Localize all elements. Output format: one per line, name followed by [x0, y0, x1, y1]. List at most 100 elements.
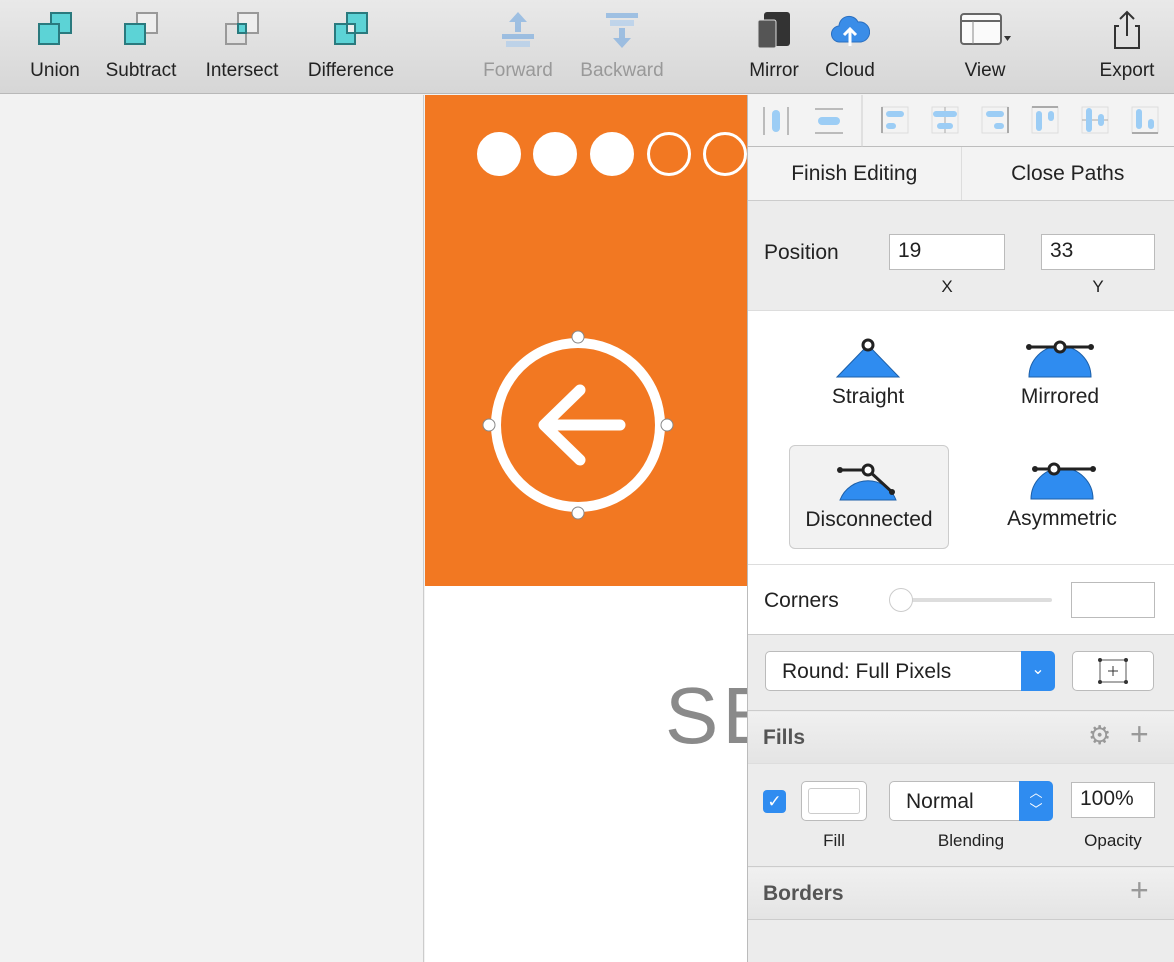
straight-option[interactable]: Straight	[788, 323, 948, 427]
mirror-icon	[757, 12, 790, 49]
add-fill-icon[interactable]: +	[1130, 716, 1149, 753]
page-dot-filled	[533, 132, 577, 176]
cloud-label: Cloud	[825, 60, 875, 81]
point-type-section: Straight Mirrored Disconnected Asymmetri…	[748, 311, 1174, 565]
artboard-canvas[interactable]: SE	[425, 95, 747, 962]
mirror-label: Mirror	[749, 60, 799, 81]
align-bottom-icon[interactable]	[1131, 106, 1159, 134]
inspector-panel: Finish Editing Close Paths Position 19 3…	[747, 95, 1174, 962]
mirrored-option[interactable]: Mirrored	[980, 323, 1140, 427]
backward-label: Backward	[580, 60, 664, 81]
disconnected-label: Disconnected	[805, 508, 933, 531]
corners-slider[interactable]	[890, 598, 1052, 602]
position-label: Position	[764, 241, 839, 264]
export-button[interactable]: Export	[1090, 0, 1164, 94]
asymmetric-label: Asymmetric	[1007, 507, 1117, 530]
distribute-vertical-icon[interactable]	[815, 108, 843, 134]
fill-enabled-checkbox[interactable]: ✓	[763, 790, 786, 813]
intersect-icon	[225, 12, 259, 45]
corners-label: Corners	[764, 589, 839, 612]
alignment-toolbar	[748, 95, 1174, 147]
position-y-input[interactable]: 33	[1041, 234, 1155, 270]
align-middle-vertical-icon[interactable]	[1081, 106, 1109, 134]
union-icon	[38, 12, 72, 45]
backward-icon	[606, 13, 638, 48]
page-dot-empty	[703, 132, 747, 176]
forward-icon	[502, 12, 534, 47]
straight-label: Straight	[831, 385, 905, 408]
borders-title: Borders	[763, 882, 844, 905]
x-label: X	[941, 277, 953, 296]
asymmetric-option[interactable]: Asymmetric	[982, 445, 1142, 549]
toolbar: Union Subtract Intersect Difference Forw…	[0, 0, 1174, 94]
gear-icon[interactable]: ⚙	[1088, 720, 1111, 751]
page-dot-filled	[590, 132, 634, 176]
y-label: Y	[1092, 277, 1104, 296]
disconnected-point-icon	[837, 463, 897, 501]
position-x-input[interactable]: 19	[889, 234, 1005, 270]
forward-button[interactable]: Forward	[476, 0, 560, 94]
fill-row: ✓ Normal ︿ ﹀ 100% Fill Blending Opacity	[748, 765, 1174, 867]
rounding-section: Round: Full Pixels ⌄	[748, 639, 1174, 711]
align-right-icon[interactable]	[981, 106, 1009, 134]
fill-color-swatch	[808, 788, 860, 814]
difference-icon	[334, 12, 368, 45]
difference-button[interactable]: Difference	[298, 0, 404, 94]
straight-point-icon	[835, 338, 901, 378]
intersect-label: Intersect	[205, 60, 279, 81]
corners-section: Corners	[748, 565, 1174, 635]
subtract-label: Subtract	[105, 60, 177, 81]
bounding-box-icon	[1098, 658, 1128, 684]
position-section: Position 19 33 X Y	[748, 201, 1174, 311]
mirror-button[interactable]: Mirror	[742, 0, 806, 94]
blending-label: Blending	[937, 831, 1005, 850]
opacity-input[interactable]: 100%	[1071, 782, 1155, 818]
rounding-dropdown[interactable]: Round: Full Pixels ⌄	[765, 651, 1055, 691]
view-label: View	[964, 60, 1006, 81]
fills-title: Fills	[763, 726, 806, 749]
add-border-icon[interactable]: +	[1130, 872, 1149, 909]
rounding-value: Round: Full Pixels	[782, 660, 952, 683]
backward-button[interactable]: Backward	[572, 0, 672, 94]
view-icon	[960, 13, 1011, 45]
union-label: Union	[30, 60, 80, 81]
mirrored-point-icon	[1026, 340, 1094, 378]
back-arrow-circle-icon[interactable]	[480, 330, 676, 520]
view-button[interactable]: View	[950, 0, 1020, 94]
mirrored-label: Mirrored	[1020, 385, 1100, 408]
align-left-icon[interactable]	[881, 106, 909, 134]
union-button[interactable]: Union	[20, 0, 90, 94]
export-icon	[1114, 10, 1140, 49]
page-dot-filled	[477, 132, 521, 176]
corners-input[interactable]	[1071, 582, 1155, 618]
fill-label: Fill	[823, 831, 845, 850]
asymmetric-point-icon	[1030, 462, 1096, 500]
fills-header: Fills ⚙ +	[748, 712, 1174, 764]
intersect-button[interactable]: Intersect	[196, 0, 288, 94]
opacity-label: Opacity	[1084, 831, 1142, 850]
orange-header	[425, 95, 747, 586]
fill-color-well[interactable]	[801, 781, 867, 821]
align-center-horizontal-icon[interactable]	[931, 106, 959, 134]
blending-value: Normal	[906, 790, 974, 813]
canvas-text: SE	[665, 671, 747, 760]
close-paths-button[interactable]: Close Paths	[962, 147, 1174, 200]
blending-dropdown[interactable]: Normal ︿ ﹀	[889, 781, 1053, 821]
finish-editing-button[interactable]: Finish Editing	[748, 147, 962, 200]
export-label: Export	[1099, 60, 1155, 81]
corners-slider-thumb[interactable]	[889, 588, 913, 612]
difference-label: Difference	[307, 60, 395, 81]
cloud-icon	[831, 15, 870, 46]
distribute-horizontal-icon[interactable]	[763, 107, 789, 135]
disconnected-option[interactable]: Disconnected	[789, 445, 949, 549]
layers-sidebar	[0, 95, 424, 962]
stepper-chevrons-icon: ︿ ﹀	[1019, 781, 1053, 821]
align-top-icon[interactable]	[1031, 106, 1059, 134]
page-dot-empty	[647, 132, 691, 176]
cloud-button[interactable]: Cloud	[818, 0, 882, 94]
borders-header: Borders +	[748, 868, 1174, 920]
chevron-down-icon: ⌄	[1021, 651, 1055, 691]
forward-label: Forward	[483, 60, 553, 81]
flatten-button[interactable]	[1072, 651, 1154, 691]
subtract-button[interactable]: Subtract	[96, 0, 186, 94]
